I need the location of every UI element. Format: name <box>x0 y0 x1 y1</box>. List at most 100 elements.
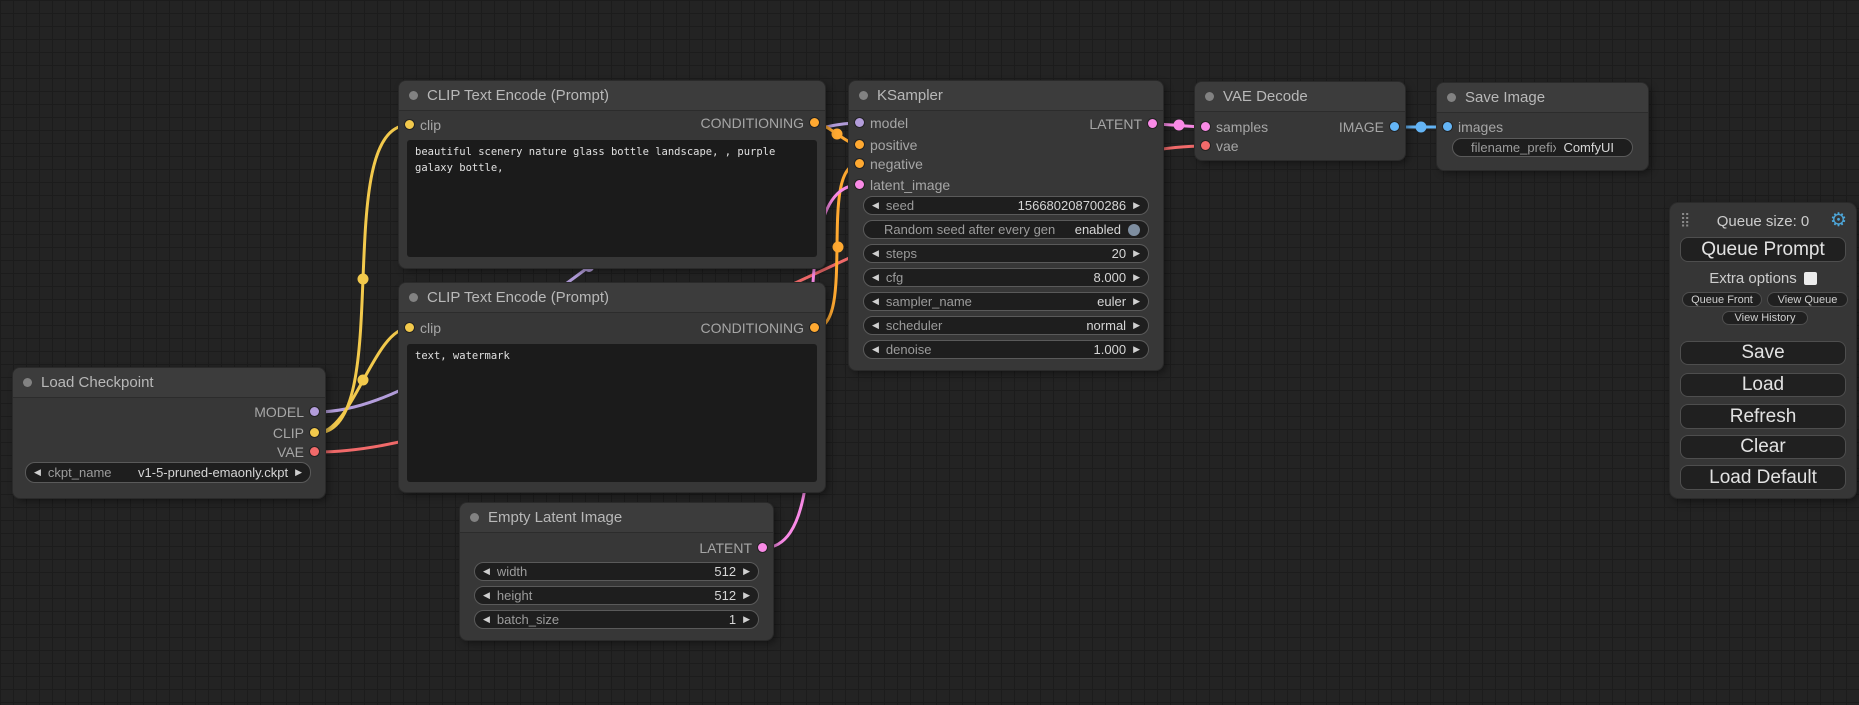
link-midpoint-dot <box>832 129 843 140</box>
collapse-dot-icon[interactable] <box>859 91 868 100</box>
extra-options-checkbox[interactable] <box>1804 272 1817 285</box>
input-slot-negative: negative <box>849 154 1163 174</box>
height-widget[interactable]: ◀ height 512 ▶ <box>474 586 759 605</box>
latent-image-input-dot[interactable] <box>855 180 864 189</box>
drag-handle-icon[interactable]: ⣿ <box>1680 211 1690 228</box>
node-title: CLIP Text Encode (Prompt) <box>427 87 609 104</box>
collapse-dot-icon[interactable] <box>1447 93 1456 102</box>
node-title-bar[interactable]: Empty Latent Image <box>460 503 773 533</box>
link-midpoint-dot <box>358 274 369 285</box>
view-history-button[interactable]: View History <box>1722 311 1808 325</box>
node-title-bar[interactable]: CLIP Text Encode (Prompt) <box>399 81 825 111</box>
increment-arrow-icon[interactable]: ▶ <box>1133 201 1140 210</box>
increment-arrow-icon[interactable]: ▶ <box>743 591 750 600</box>
view-queue-button[interactable]: View Queue <box>1767 292 1848 307</box>
output-slot-vae: VAE <box>13 442 325 462</box>
node-ksampler[interactable]: KSampler model LATENT positive negative … <box>849 81 1163 370</box>
clear-button[interactable]: Clear <box>1680 435 1846 459</box>
batch-size-widget[interactable]: ◀ batch_size 1 ▶ <box>474 610 759 629</box>
increment-arrow-icon[interactable]: ▶ <box>743 567 750 576</box>
node-title-bar[interactable]: Load Checkpoint <box>13 368 325 398</box>
node-empty-latent-image[interactable]: Empty Latent Image LATENT ◀ width 512 ▶ … <box>460 503 773 640</box>
increment-arrow-icon[interactable]: ▶ <box>1133 249 1140 258</box>
node-vae-decode[interactable]: VAE Decode samples IMAGE vae <box>1195 82 1405 160</box>
ckpt-name-widget[interactable]: ◀ ckpt_name v1-5-pruned-emaonly.ckpt ▶ <box>25 462 311 483</box>
input-slot-latent-image: latent_image <box>849 175 1163 195</box>
steps-widget[interactable]: ◀ steps 20 ▶ <box>863 244 1149 263</box>
increment-arrow-icon[interactable]: ▶ <box>295 468 302 477</box>
link-midpoint-dot <box>358 375 369 386</box>
link-midpoint-dot <box>1416 122 1427 133</box>
node-clip-text-encode-positive[interactable]: CLIP Text Encode (Prompt) clip CONDITION… <box>399 81 825 268</box>
queue-front-button[interactable]: Queue Front <box>1682 292 1762 307</box>
vae-input-dot[interactable] <box>1201 141 1210 150</box>
node-title: KSampler <box>877 87 943 104</box>
input-slot-images: images <box>1437 117 1648 137</box>
latent-output-dot[interactable] <box>758 543 767 552</box>
conditioning-output-dot[interactable] <box>810 118 819 127</box>
decrement-arrow-icon[interactable]: ◀ <box>872 249 879 258</box>
node-title: Load Checkpoint <box>41 374 154 391</box>
queue-size-label: Queue size: 0 <box>1717 213 1810 230</box>
denoise-widget[interactable]: ◀ denoise 1.000 ▶ <box>863 340 1149 359</box>
node-clip-text-encode-negative[interactable]: CLIP Text Encode (Prompt) clip CONDITION… <box>399 283 825 492</box>
node-save-image[interactable]: Save Image images filename_prefix ComfyU… <box>1437 83 1648 170</box>
decrement-arrow-icon[interactable]: ◀ <box>483 591 490 600</box>
node-title-bar[interactable]: CLIP Text Encode (Prompt) <box>399 283 825 313</box>
increment-arrow-icon[interactable]: ▶ <box>1133 345 1140 354</box>
node-title-bar[interactable]: KSampler <box>849 81 1163 111</box>
collapse-dot-icon[interactable] <box>23 378 32 387</box>
scheduler-widget[interactable]: ◀ scheduler normal ▶ <box>863 316 1149 335</box>
decrement-arrow-icon[interactable]: ◀ <box>872 201 879 210</box>
queue-prompt-button[interactable]: Queue Prompt <box>1680 237 1846 262</box>
image-output-dot[interactable] <box>1390 122 1399 131</box>
queue-panel-header: ⣿ Queue size: 0 ⚙ <box>1670 210 1856 232</box>
prompt-textarea[interactable]: beautiful scenery nature glass bottle la… <box>407 140 817 257</box>
decrement-arrow-icon[interactable]: ◀ <box>34 468 41 477</box>
node-title-bar[interactable]: Save Image <box>1437 83 1648 113</box>
collapse-dot-icon[interactable] <box>470 513 479 522</box>
node-title: Empty Latent Image <box>488 509 622 526</box>
seed-widget[interactable]: ◀ seed 156680208700286 ▶ <box>863 196 1149 215</box>
decrement-arrow-icon[interactable]: ◀ <box>872 321 879 330</box>
conditioning-output-dot[interactable] <box>810 323 819 332</box>
decrement-arrow-icon[interactable]: ◀ <box>872 297 879 306</box>
prompt-textarea[interactable]: text, watermark <box>407 344 817 482</box>
decrement-arrow-icon[interactable]: ◀ <box>872 273 879 282</box>
collapse-dot-icon[interactable] <box>409 293 418 302</box>
increment-arrow-icon[interactable]: ▶ <box>1133 321 1140 330</box>
random-seed-toggle-widget[interactable]: Random seed after every gen enabled <box>863 220 1149 239</box>
settings-gear-icon[interactable]: ⚙ <box>1830 209 1847 232</box>
increment-arrow-icon[interactable]: ▶ <box>743 615 750 624</box>
clip-output-dot[interactable] <box>310 428 319 437</box>
decrement-arrow-icon[interactable]: ◀ <box>483 567 490 576</box>
node-title: CLIP Text Encode (Prompt) <box>427 289 609 306</box>
save-button[interactable]: Save <box>1680 341 1846 365</box>
vae-output-dot[interactable] <box>310 447 319 456</box>
queue-panel: ⣿ Queue size: 0 ⚙ Queue Prompt Extra opt… <box>1670 203 1856 498</box>
width-widget[interactable]: ◀ width 512 ▶ <box>474 562 759 581</box>
images-input-dot[interactable] <box>1443 122 1452 131</box>
collapse-dot-icon[interactable] <box>409 91 418 100</box>
output-slot-latent: LATENT <box>849 114 1163 134</box>
positive-input-dot[interactable] <box>855 140 864 149</box>
model-output-dot[interactable] <box>310 407 319 416</box>
cfg-widget[interactable]: ◀ cfg 8.000 ▶ <box>863 268 1149 287</box>
sampler-name-widget[interactable]: ◀ sampler_name euler ▶ <box>863 292 1149 311</box>
decrement-arrow-icon[interactable]: ◀ <box>483 615 490 624</box>
increment-arrow-icon[interactable]: ▶ <box>1133 297 1140 306</box>
refresh-button[interactable]: Refresh <box>1680 404 1846 429</box>
collapse-dot-icon[interactable] <box>1205 92 1214 101</box>
node-load-checkpoint[interactable]: Load Checkpoint MODEL CLIP VAE ◀ ckpt_na… <box>13 368 325 498</box>
load-default-button[interactable]: Load Default <box>1680 465 1846 490</box>
filename-prefix-widget[interactable]: filename_prefix ComfyUI <box>1452 138 1633 157</box>
latent-output-dot[interactable] <box>1148 119 1157 128</box>
increment-arrow-icon[interactable]: ▶ <box>1133 273 1140 282</box>
load-button[interactable]: Load <box>1680 373 1846 397</box>
decrement-arrow-icon[interactable]: ◀ <box>872 345 879 354</box>
node-title: Save Image <box>1465 89 1545 106</box>
toggle-dot-icon[interactable] <box>1128 224 1140 236</box>
negative-input-dot[interactable] <box>855 159 864 168</box>
link-midpoint-dot <box>1174 120 1185 131</box>
node-title-bar[interactable]: VAE Decode <box>1195 82 1405 112</box>
